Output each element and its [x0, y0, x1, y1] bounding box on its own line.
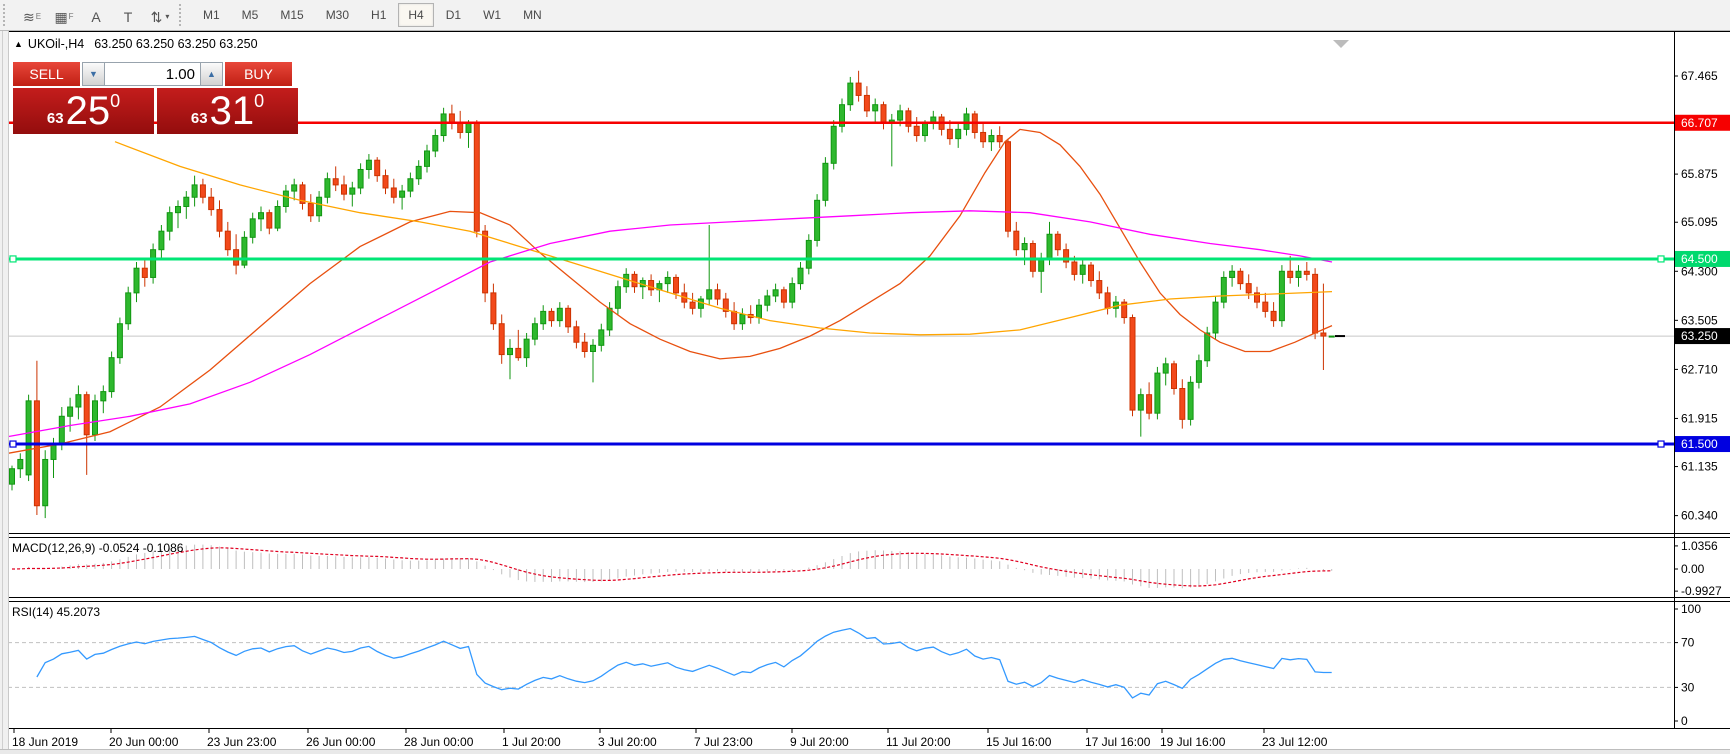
buy-price-handle: 63 [191, 110, 208, 127]
svg-text:61.915: 61.915 [1681, 411, 1718, 425]
symbol-collapse-icon[interactable]: ▲ [14, 39, 23, 49]
rsi-label: RSI(14) 45.2073 [12, 605, 100, 619]
sell-button[interactable]: SELL [13, 62, 80, 86]
scroll-to-end-icon[interactable] [1333, 40, 1349, 48]
chart-ohlc-values: 63.250 63.250 63.250 63.250 [94, 37, 257, 51]
chart-title: ▲ UKOil-,H4 63.250 63.250 63.250 63.250 [14, 37, 258, 51]
buy-button[interactable]: BUY [225, 62, 292, 86]
svg-text:61.135: 61.135 [1681, 460, 1718, 474]
svg-text:60.340: 60.340 [1681, 509, 1718, 523]
candlestick-series [10, 71, 1335, 518]
svg-text:15 Jul 16:00: 15 Jul 16:00 [986, 735, 1052, 749]
svg-text:-0.9927: -0.9927 [1681, 584, 1722, 598]
svg-text:23 Jul 12:00: 23 Jul 12:00 [1262, 735, 1328, 749]
svg-text:100: 100 [1681, 602, 1701, 616]
price-axis[interactable]: 67.46565.87565.09564.30063.50562.71061.9… [1674, 69, 1730, 523]
svg-text:65.095: 65.095 [1681, 215, 1718, 229]
macd-label: MACD(12,26,9) -0.0524 -0.1086 [12, 541, 183, 555]
svg-text:1 Jul 20:00: 1 Jul 20:00 [502, 735, 561, 749]
time-axis[interactable]: 18 Jun 2019 20 Jun 00:00 23 Jun 23:00 26 Ju… [12, 729, 1328, 749]
svg-text:28 Jun 00:00: 28 Jun 00:00 [404, 735, 474, 749]
svg-text:30: 30 [1681, 680, 1695, 694]
svg-text:9 Jul 20:00: 9 Jul 20:00 [790, 735, 849, 749]
svg-text:70: 70 [1681, 636, 1695, 650]
svg-text:3 Jul 20:00: 3 Jul 20:00 [598, 735, 657, 749]
volume-increase-button[interactable]: ▲ [200, 62, 223, 86]
svg-text:0: 0 [1681, 714, 1688, 728]
chart-symbol-period: UKOil-,H4 [28, 37, 84, 51]
svg-text:18 Jun 2019: 18 Jun 2019 [12, 735, 78, 749]
support-line-green[interactable] [8, 256, 1674, 262]
one-click-trading-widget: SELL ▼ ▲ BUY 63 25 0 63 31 0 [13, 62, 298, 134]
line-handle[interactable] [10, 256, 16, 262]
window-bottom-edge [0, 749, 1730, 754]
svg-text:62.710: 62.710 [1681, 362, 1718, 376]
svg-text:26 Jun 00:00: 26 Jun 00:00 [306, 735, 376, 749]
buy-price-pips: 31 [210, 89, 255, 133]
svg-text:11 Jul 20:00: 11 Jul 20:00 [886, 735, 951, 749]
svg-text:63.250: 63.250 [1681, 329, 1718, 343]
volume-input[interactable] [105, 62, 200, 86]
svg-text:63.505: 63.505 [1681, 313, 1718, 327]
svg-text:19 Jul 16:00: 19 Jul 16:00 [1160, 735, 1226, 749]
line-handle[interactable] [1658, 256, 1664, 262]
rsi-axis[interactable]: 100 70 30 0 [1674, 602, 1701, 728]
svg-text:64.500: 64.500 [1681, 252, 1718, 266]
svg-text:23 Jun 23:00: 23 Jun 23:00 [207, 735, 277, 749]
macd-indicator [12, 545, 1332, 589]
volume-decrease-button[interactable]: ▼ [82, 62, 105, 86]
panel-frames [0, 32, 1730, 729]
buy-price-point: 0 [254, 91, 264, 112]
buy-price-button[interactable]: 63 31 0 [157, 88, 298, 134]
sell-price-button[interactable]: 63 25 0 [13, 88, 154, 134]
svg-text:0.00: 0.00 [1681, 562, 1705, 576]
macd-axis[interactable]: 1.0356 0.00 -0.9927 [1674, 539, 1722, 598]
sell-price-pips: 25 [66, 89, 111, 133]
rsi-indicator [8, 629, 1674, 698]
window-left-edge [0, 31, 9, 750]
sell-price-point: 0 [110, 91, 120, 112]
line-handle[interactable] [10, 441, 16, 447]
svg-text:61.500: 61.500 [1681, 437, 1718, 451]
svg-text:67.465: 67.465 [1681, 69, 1718, 83]
svg-text:17 Jul 16:00: 17 Jul 16:00 [1085, 735, 1151, 749]
svg-text:7 Jul 23:00: 7 Jul 23:00 [694, 735, 753, 749]
svg-text:1.0356: 1.0356 [1681, 539, 1718, 553]
macd-signal-line [12, 548, 1332, 586]
sell-price-handle: 63 [47, 110, 64, 127]
support-line-blue[interactable] [8, 441, 1674, 447]
svg-text:65.875: 65.875 [1681, 167, 1718, 181]
svg-text:66.707: 66.707 [1681, 116, 1718, 130]
svg-text:20 Jun 00:00: 20 Jun 00:00 [109, 735, 179, 749]
line-handle[interactable] [1658, 441, 1664, 447]
mt4-window: ≋E▦FAT⇅▾ M1M5M15M30H1H4D1W1MN ▲UKOil-,H4… [0, 0, 1730, 754]
